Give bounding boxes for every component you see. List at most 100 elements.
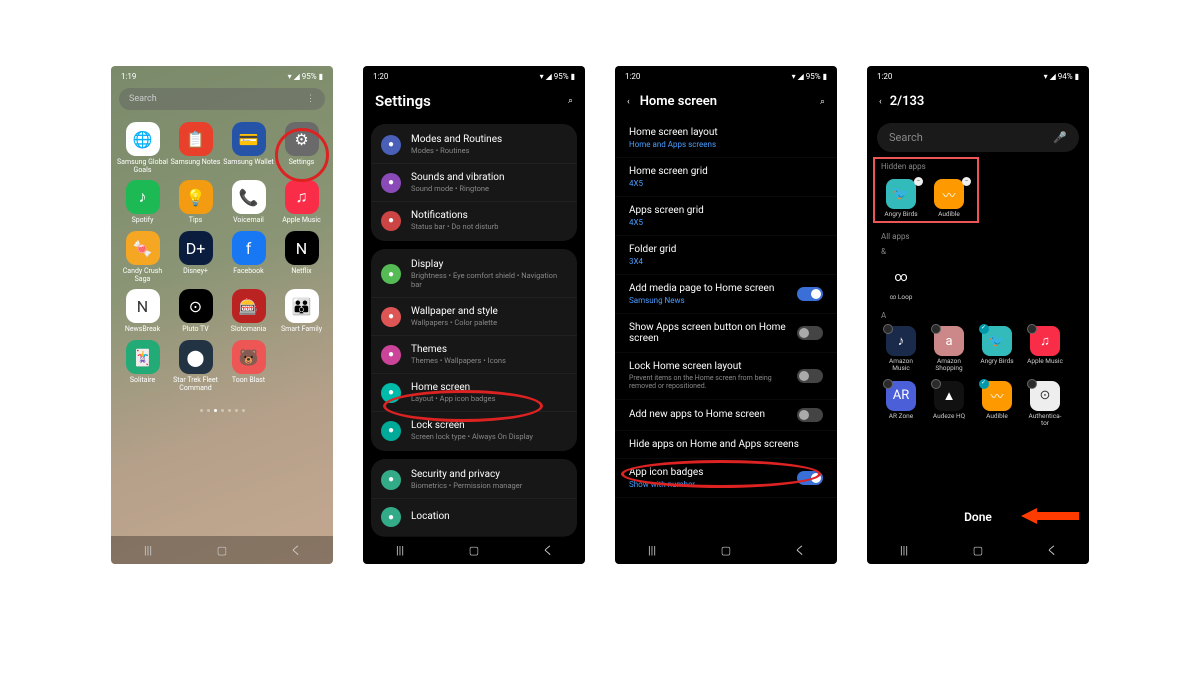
app-settings[interactable]: ⚙Settings xyxy=(276,122,327,174)
hidden-app[interactable]: 🐦−Angry Birds xyxy=(881,179,921,218)
app-label: Apple Music xyxy=(1027,358,1063,365)
toggle-switch[interactable] xyxy=(797,287,823,301)
app-spotify[interactable]: ♪Spotify xyxy=(117,180,168,225)
search-placeholder: Search xyxy=(129,94,157,104)
back-button[interactable]: く xyxy=(540,542,556,558)
app-samsung-global-goals[interactable]: 🌐Samsung Global Goals xyxy=(117,122,168,174)
recents-button[interactable]: ||| xyxy=(392,542,408,558)
settings-item-themes[interactable]: ●ThemesThemes • Wallpapers • Icons xyxy=(371,336,577,374)
app-item[interactable]: ▲Audeze HQ xyxy=(929,381,969,427)
app-facebook[interactable]: fFacebook xyxy=(223,231,274,283)
app-item[interactable]: aAmazon Shopping xyxy=(929,326,969,372)
app-samsung-wallet[interactable]: 💳Samsung Wallet xyxy=(223,122,274,174)
home-button[interactable]: ▢ xyxy=(970,542,986,558)
hs-toggle-row[interactable]: App icon badgesShow with number xyxy=(615,459,837,498)
more-icon[interactable]: ⋮ xyxy=(306,94,315,104)
app-icon: 🐦− xyxy=(886,179,916,209)
back-icon[interactable]: ‹ xyxy=(879,97,882,107)
app-apple-music[interactable]: ♫Apple Music xyxy=(276,180,327,225)
hs-toggle-row[interactable]: Show Apps screen button on Home screen xyxy=(615,314,837,353)
toggle-switch[interactable] xyxy=(797,408,823,422)
app-star-trek-fleet-command[interactable]: ⬤Star Trek Fleet Command xyxy=(170,340,221,392)
home-button[interactable]: ▢ xyxy=(466,542,482,558)
all-apps-list: &∞∞ LoopA♪Amazon MusicaAmazon Shopping🐦A… xyxy=(867,243,1089,433)
back-icon[interactable]: ‹ xyxy=(627,97,630,107)
battery-text: 95% xyxy=(806,72,821,81)
settings-item-notifications[interactable]: ●NotificationsStatus bar • Do not distur… xyxy=(371,202,577,239)
mic-icon[interactable]: 🎤 xyxy=(1053,131,1067,144)
search-input[interactable]: Search ⋮ xyxy=(119,88,325,110)
app-tips[interactable]: 💡Tips xyxy=(170,180,221,225)
app-label: AR Zone xyxy=(889,413,913,420)
settings-subtitle: Biometrics • Permission manager xyxy=(411,481,567,490)
search-icon[interactable]: ⌕ xyxy=(568,96,573,106)
app-item[interactable]: ⊙Authentica-tor xyxy=(1025,381,1065,427)
app-toon-blast[interactable]: 🐻Toon Blast xyxy=(223,340,274,392)
app-pluto-tv[interactable]: ⊙Pluto TV xyxy=(170,289,221,334)
hs-item[interactable]: Apps screen grid4X5 xyxy=(615,197,837,236)
remove-icon[interactable]: − xyxy=(914,177,923,186)
settings-subtitle: Screen lock type • Always On Display xyxy=(411,432,567,441)
hs-desc: Prevent items on the Home screen from be… xyxy=(629,374,789,391)
home-button[interactable]: ▢ xyxy=(718,542,734,558)
app-candy-crush-saga[interactable]: 🍬Candy Crush Saga xyxy=(117,231,168,283)
hidden-app[interactable]: 〰−Audible xyxy=(929,179,969,218)
app-item[interactable]: ARAR Zone xyxy=(881,381,921,427)
hs-toggle-row[interactable]: Lock Home screen layoutPrevent items on … xyxy=(615,353,837,400)
app-icon: 🐻 xyxy=(232,340,266,374)
app-solitaire[interactable]: 🃏Solitaire xyxy=(117,340,168,392)
app-label: Samsung Notes xyxy=(171,159,221,167)
app-voicemail[interactable]: 📞Voicemail xyxy=(223,180,274,225)
settings-item-location[interactable]: ●Location xyxy=(371,499,577,535)
recents-button[interactable]: ||| xyxy=(644,542,660,558)
app-newsbreak[interactable]: NNewsBreak xyxy=(117,289,168,334)
settings-item-home-screen[interactable]: ●Home screenLayout • App icon badges xyxy=(371,374,577,412)
app-item[interactable]: ∞∞ Loop xyxy=(881,262,921,301)
app-item[interactable]: ♫Apple Music xyxy=(1025,326,1065,372)
settings-item-modes-and-routines[interactable]: ●Modes and RoutinesModes • Routines xyxy=(371,126,577,164)
search-input[interactable]: Search 🎤 xyxy=(877,123,1079,152)
settings-item-display[interactable]: ●DisplayBrightness • Eye comfort shield … xyxy=(371,251,577,298)
toggle-switch[interactable] xyxy=(797,471,823,485)
home-button[interactable]: ▢ xyxy=(214,542,230,558)
battery-text: 95% xyxy=(554,72,569,81)
checkbox[interactable] xyxy=(883,379,893,389)
remove-icon[interactable]: − xyxy=(962,177,971,186)
hs-item[interactable]: Folder grid3X4 xyxy=(615,236,837,275)
hs-item[interactable]: Home screen grid4X5 xyxy=(615,158,837,197)
settings-item-security-and-privacy[interactable]: ●Security and privacyBiometrics • Permis… xyxy=(371,461,577,499)
hs-toggle-row[interactable]: Add new apps to Home screen xyxy=(615,400,837,431)
search-icon[interactable]: ⌕ xyxy=(820,97,825,107)
app-label: Disney+ xyxy=(183,268,208,276)
settings-header: Settings ⌕ xyxy=(363,84,585,124)
checkbox[interactable] xyxy=(931,379,941,389)
back-button[interactable]: く xyxy=(792,542,808,558)
app-item[interactable]: 🐦Angry Birds xyxy=(977,326,1017,372)
back-button[interactable]: く xyxy=(288,542,304,558)
recents-button[interactable]: ||| xyxy=(140,542,156,558)
toggle-switch[interactable] xyxy=(797,369,823,383)
app-item[interactable]: 〰Audible xyxy=(977,381,1017,427)
app-netflix[interactable]: NNetflix xyxy=(276,231,327,283)
settings-item-sounds-and-vibration[interactable]: ●Sounds and vibrationSound mode • Ringto… xyxy=(371,164,577,202)
app-samsung-notes[interactable]: 📋Samsung Notes xyxy=(170,122,221,174)
settings-item-lock-screen[interactable]: ●Lock screenScreen lock type • Always On… xyxy=(371,412,577,449)
app-icon: N xyxy=(285,231,319,265)
app-smart-family[interactable]: 👪Smart Family xyxy=(276,289,327,334)
battery-icon: ▮ xyxy=(571,72,575,81)
hs-toggle-row[interactable]: Hide apps on Home and Apps screens xyxy=(615,431,837,459)
app-slotomania[interactable]: 🎰Slotomania xyxy=(223,289,274,334)
toggle-switch[interactable] xyxy=(797,326,823,340)
app-item[interactable]: ♪Amazon Music xyxy=(881,326,921,372)
back-button[interactable]: く xyxy=(1044,542,1060,558)
app-label: Smart Family xyxy=(281,326,322,334)
hs-toggle-row[interactable]: Add media page to Home screenSamsung New… xyxy=(615,275,837,314)
recents-button[interactable]: ||| xyxy=(896,542,912,558)
status-bar: 1:19 ▾ ◢ 95% ▮ xyxy=(111,66,333,84)
checkbox[interactable] xyxy=(1027,379,1037,389)
hs-item[interactable]: Home screen layoutHome and Apps screens xyxy=(615,119,837,158)
settings-item-wallpaper-and-style[interactable]: ●Wallpaper and styleWallpapers • Color p… xyxy=(371,298,577,336)
checkbox[interactable] xyxy=(979,379,989,389)
app-icon: f xyxy=(232,231,266,265)
app-disney+[interactable]: D+Disney+ xyxy=(170,231,221,283)
